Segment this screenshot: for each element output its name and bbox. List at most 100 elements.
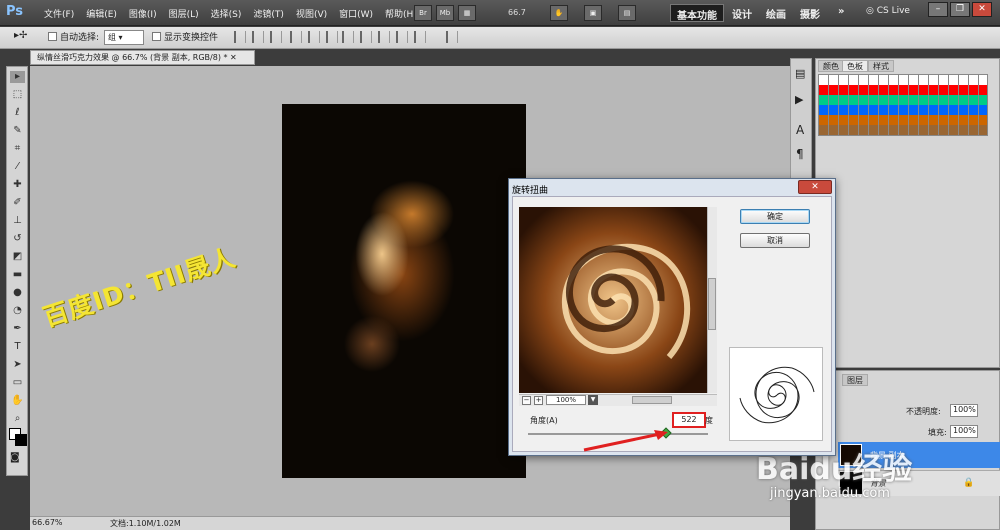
crop-tool[interactable]: ⌗ [10, 143, 25, 155]
angle-input[interactable]: 522 [672, 412, 706, 428]
photoshop-logo: Ps [6, 4, 24, 19]
lasso-tool[interactable]: ℓ [10, 107, 25, 119]
paragraph-panel-icon[interactable]: ¶ [796, 147, 804, 161]
bridge-button[interactable]: Br [414, 5, 432, 21]
move-tool[interactable]: ▸ [10, 71, 25, 83]
menu-view[interactable]: 视图(V) [290, 7, 333, 20]
gradient-tool[interactable]: ▬ [10, 269, 25, 281]
history-panel-icon[interactable]: ▤ [795, 67, 805, 80]
tab-color[interactable]: 颜色 [818, 60, 844, 72]
zoom-tool[interactable]: ⌕ [10, 413, 25, 425]
quick-select-tool[interactable]: ✎ [10, 125, 25, 137]
chevron-down-icon[interactable]: ▼ [588, 395, 598, 405]
align-hcenter-icon[interactable] [308, 31, 320, 43]
menu-layer[interactable]: 图层(L) [163, 7, 205, 20]
distribute-vcenter-icon[interactable] [360, 31, 372, 43]
dialog-close-icon[interactable]: ✕ [798, 180, 832, 194]
cs-live-button[interactable]: ◎ CS Live [866, 6, 910, 16]
background-color[interactable] [15, 434, 27, 446]
dialog-title: 旋转扭曲 [512, 186, 549, 196]
menu-select[interactable]: 选择(S) [205, 7, 248, 20]
swatch-grid[interactable] [818, 74, 988, 136]
healing-brush-tool[interactable]: ✚ [10, 179, 25, 191]
auto-select-target-dropdown[interactable]: 组 ▾ [104, 30, 144, 45]
quick-mask-icon[interactable]: ◙ [10, 452, 20, 463]
zoom-out-icon[interactable]: − [522, 396, 531, 405]
hand-tool-mini[interactable]: ✋ [550, 5, 568, 21]
show-transform-label: 显示变换控件 [164, 33, 219, 43]
auto-select-checkbox[interactable] [48, 32, 57, 41]
cancel-button[interactable]: 取消 [740, 233, 810, 248]
close-icon[interactable]: ✕ [972, 2, 992, 17]
degree-unit-label: 度 [705, 416, 713, 425]
menu-image[interactable]: 图像(I) [123, 7, 163, 20]
history-brush-tool[interactable]: ↺ [10, 233, 25, 245]
blur-tool[interactable]: ● [10, 287, 25, 299]
tab-close-icon[interactable]: ✕ [230, 53, 237, 62]
show-transform-option[interactable]: 显示变换控件 [152, 30, 218, 43]
screen-mode-button[interactable]: ▤ [618, 5, 636, 21]
auto-select-option[interactable]: 自动选择: [48, 30, 99, 43]
menu-edit[interactable]: 编辑(E) [80, 7, 123, 20]
align-left-icon[interactable] [290, 31, 302, 43]
workspace-more[interactable]: » [832, 4, 850, 22]
actions-panel-icon[interactable]: ▶ [795, 93, 803, 106]
show-transform-checkbox[interactable] [152, 32, 161, 41]
menu-window[interactable]: 窗口(W) [333, 7, 379, 20]
opacity-input[interactable]: 100% [950, 404, 978, 417]
tab-swatches[interactable]: 色板 [842, 60, 868, 72]
view-extras-button[interactable]: ▦ [458, 5, 476, 21]
document-canvas[interactable] [282, 104, 526, 478]
twirl-diagram [729, 347, 823, 441]
path-select-tool[interactable]: ➤ [10, 359, 25, 371]
status-zoom[interactable]: 66.67% [32, 518, 63, 527]
preview-hscroll-thumb[interactable] [632, 396, 672, 404]
shape-tool[interactable]: ▭ [10, 377, 25, 389]
pen-tool[interactable]: ✒ [10, 323, 25, 335]
tab-styles[interactable]: 样式 [868, 60, 894, 72]
status-doc-size: 文档:1.10M/1.02M [110, 519, 181, 528]
filter-preview[interactable] [519, 207, 707, 393]
workspace-photography[interactable]: 摄影 [794, 4, 826, 22]
auto-select-label: 自动选择: [60, 33, 100, 43]
ok-button[interactable]: 确定 [740, 209, 810, 224]
zoom-in-icon[interactable]: + [534, 396, 543, 405]
distribute-hcenter-icon[interactable] [414, 31, 426, 43]
workspace-design[interactable]: 设计 [726, 4, 758, 22]
fill-input[interactable]: 100% [950, 425, 978, 438]
type-tool[interactable]: T [10, 341, 25, 353]
menu-file[interactable]: 文件(F) [38, 7, 80, 20]
restore-icon[interactable]: ❐ [950, 2, 970, 17]
arrange-documents-button[interactable]: ▣ [584, 5, 602, 21]
mini-bridge-button[interactable]: Mb [436, 5, 454, 21]
zoom-level-menu[interactable]: 66.7 [508, 8, 526, 17]
eraser-tool[interactable]: ◩ [10, 251, 25, 263]
align-bottom-icon[interactable] [270, 31, 282, 43]
move-tool-icon[interactable]: ▸✢ [14, 30, 27, 41]
distribute-bottom-icon[interactable] [378, 31, 390, 43]
preview-zoom-value[interactable]: 100% [546, 395, 586, 405]
dodge-tool[interactable]: ◔ [10, 305, 25, 317]
lock-icon: 🔒 [963, 478, 975, 488]
tab-layers[interactable]: 图层 [842, 374, 868, 386]
minimize-icon[interactable]: – [928, 2, 948, 17]
clone-stamp-tool[interactable]: ⊥ [10, 215, 25, 227]
workspace-painting[interactable]: 绘画 [760, 4, 792, 22]
hand-tool[interactable]: ✋ [10, 395, 25, 407]
distribute-top-icon[interactable] [342, 31, 354, 43]
align-top-icon[interactable] [234, 31, 246, 43]
preview-vscroll-thumb[interactable] [708, 278, 716, 330]
align-vcenter-icon[interactable] [252, 31, 264, 43]
document-tab[interactable]: 纵情丝滑巧克力效果 @ 66.7% (背景 副本, RGB/8) * ✕ [30, 50, 255, 65]
character-panel-icon[interactable]: A [796, 123, 804, 137]
brush-tool[interactable]: ✐ [10, 197, 25, 209]
distribute-left-icon[interactable] [396, 31, 408, 43]
menu-items: 文件(F) 编辑(E) 图像(I) 图层(L) 选择(S) 滤镜(T) 视图(V… [38, 7, 423, 20]
eyedropper-tool[interactable]: ⁄ [10, 161, 25, 173]
menu-filter[interactable]: 滤镜(T) [247, 7, 290, 20]
auto-align-icon[interactable] [446, 31, 458, 43]
annotation-arrow [583, 430, 668, 452]
workspace-basic[interactable]: 基本功能 [670, 4, 724, 22]
align-right-icon[interactable] [326, 31, 338, 43]
marquee-tool[interactable]: ⬚ [10, 89, 25, 101]
